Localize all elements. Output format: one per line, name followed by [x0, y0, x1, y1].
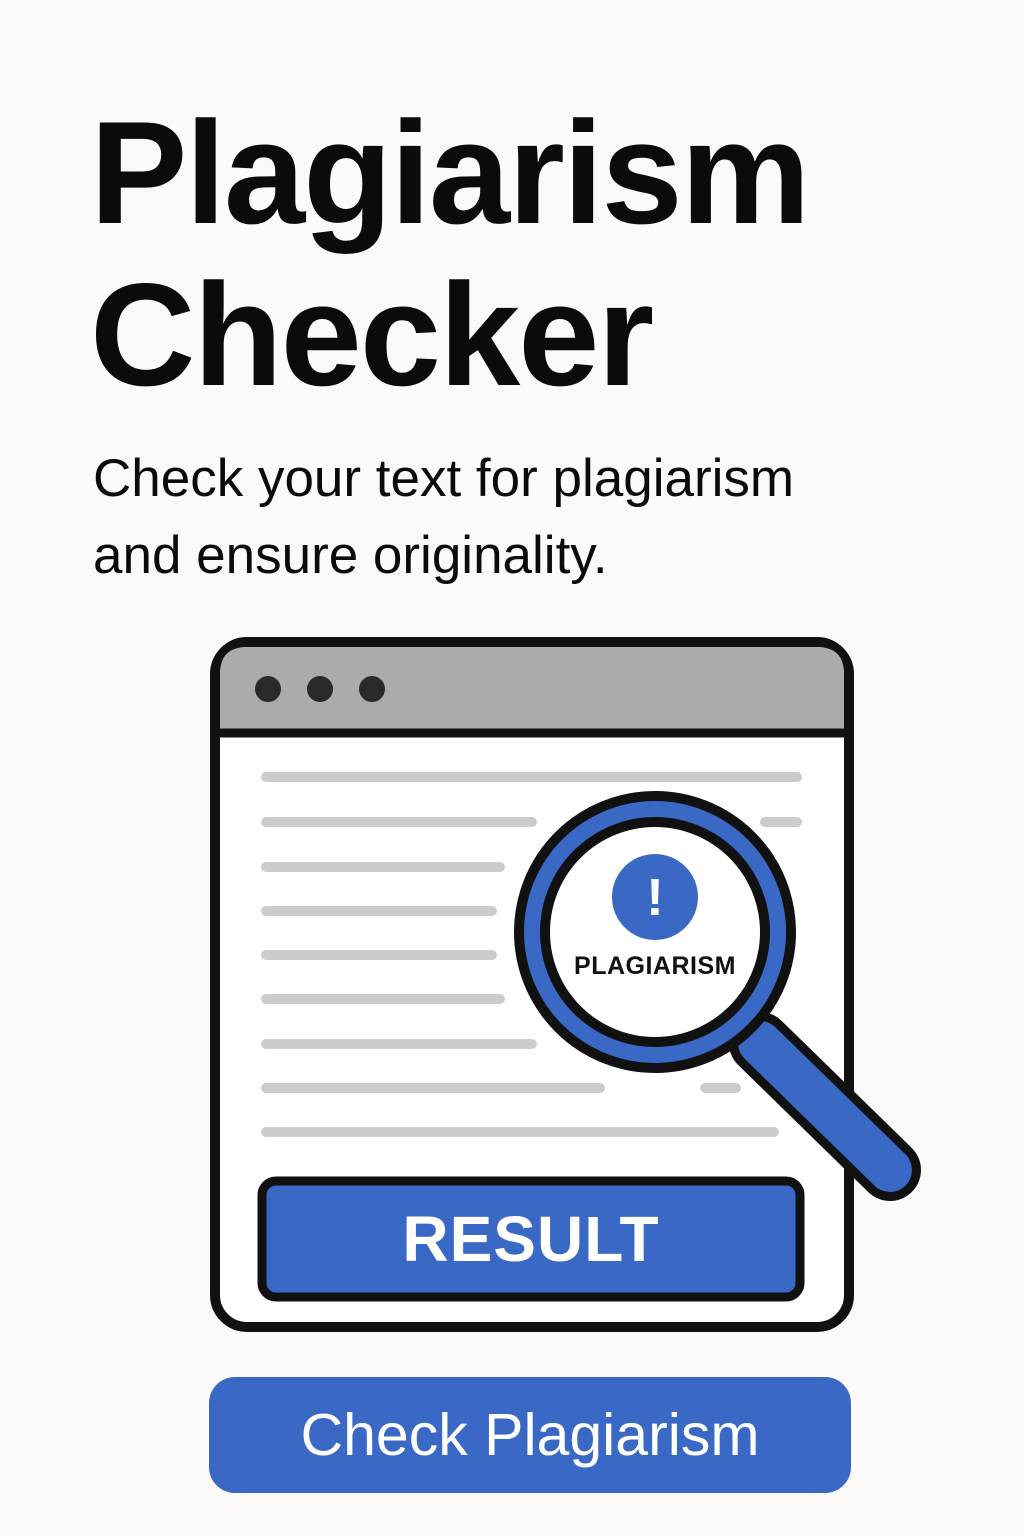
alert-icon: ! — [612, 854, 698, 940]
alert-symbol: ! — [646, 869, 663, 927]
check-plagiarism-button[interactable]: Check Plagiarism — [209, 1377, 851, 1493]
page: Plagiarism Checker Check your text for p… — [0, 0, 1024, 1536]
window-dot-icon — [255, 676, 281, 702]
result-box — [257, 1176, 805, 1302]
window-dot-icon — [307, 676, 333, 702]
plagiarism-illustration: ! — [210, 637, 921, 1332]
window-dot-icon — [359, 676, 385, 702]
